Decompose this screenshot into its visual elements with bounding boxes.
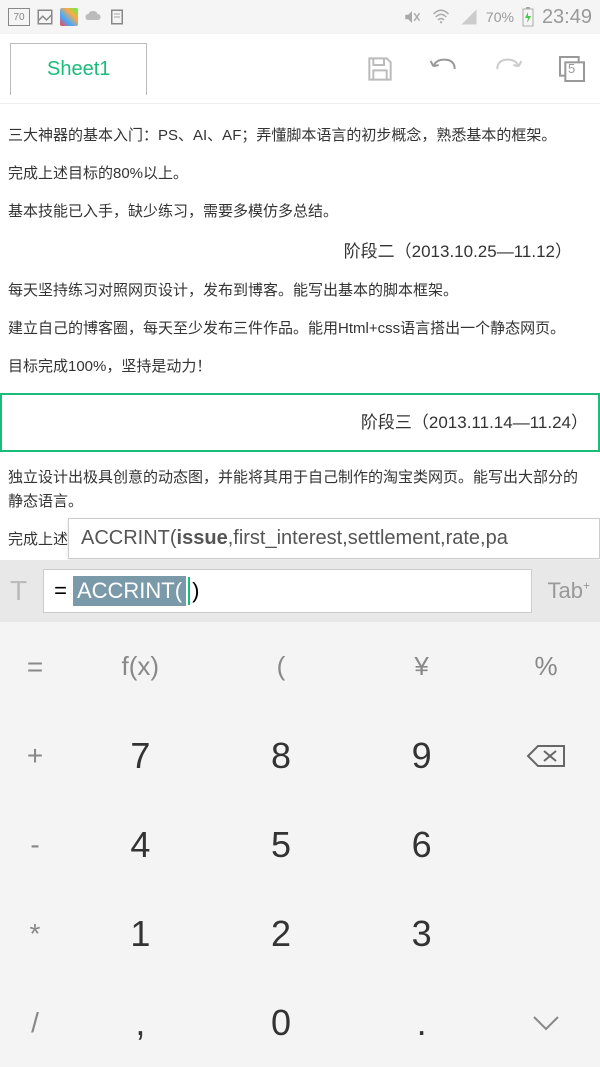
autocomplete-func: ACCRINT( — [81, 527, 177, 549]
text-format-icon[interactable]: T — [10, 575, 27, 607]
tab-key-button[interactable]: Tab+ — [548, 578, 591, 604]
status-left: 70 — [8, 8, 126, 26]
cloud-icon — [84, 8, 102, 26]
status-right: 70% 23:49 — [402, 6, 592, 29]
numeric-keyboard: = f(x) ( ¥ % + 7 8 9 - 4 5 6 * 1 2 3 / ,… — [0, 622, 600, 1067]
key-3[interactable]: 3 — [351, 889, 492, 978]
key-4[interactable]: 4 — [70, 800, 211, 889]
key-paren[interactable]: ( — [211, 622, 352, 711]
key-backspace[interactable] — [492, 711, 600, 800]
key-5[interactable]: 5 — [211, 800, 352, 889]
key-function[interactable]: f(x) — [70, 622, 211, 711]
formula-bar: T = ACCRINT( ) Tab+ — [0, 560, 600, 622]
key-6[interactable]: 6 — [351, 800, 492, 889]
toolbar: Sheet1 5 — [0, 34, 600, 104]
sheet-tab[interactable]: Sheet1 — [10, 43, 147, 95]
autocomplete-current-arg: issue — [177, 527, 228, 549]
formula-input[interactable]: = ACCRINT( ) — [43, 569, 531, 613]
key-empty-1 — [492, 800, 600, 889]
key-multiply[interactable]: * — [0, 889, 70, 978]
cell-text: 目标完成100%，坚持是动力！ — [8, 355, 592, 379]
key-percent[interactable]: % — [492, 622, 600, 711]
undo-icon[interactable] — [426, 51, 462, 87]
key-9[interactable]: 9 — [351, 711, 492, 800]
mute-icon — [402, 8, 422, 26]
image-icon — [36, 8, 54, 26]
key-2[interactable]: 2 — [211, 889, 352, 978]
cell-text: 每天坚持练习对照网页设计，发布到博客。能写出基本的脚本框架。 — [8, 279, 592, 303]
key-1[interactable]: 1 — [70, 889, 211, 978]
signal-icon — [460, 8, 478, 26]
key-0[interactable]: 0 — [211, 978, 352, 1067]
key-dot[interactable]: . — [351, 978, 492, 1067]
battery-small-icon: 70 — [8, 8, 30, 26]
app-icon-1 — [60, 8, 78, 26]
cell-text: 独立设计出极具创意的动态图，并能将其用于自己制作的淘宝类网页。能写出大部分的静态… — [8, 466, 592, 514]
redo-icon[interactable] — [490, 51, 526, 87]
cell-text: 建立自己的博客圈，每天至少发布三件作品。能用Html+css语言搭出一个静态网页… — [8, 317, 592, 341]
key-minus[interactable]: - — [0, 800, 70, 889]
page-count: 5 — [568, 61, 575, 76]
pages-icon[interactable]: 5 — [554, 51, 590, 87]
phase-header-3: 阶段三（2013.11.14—11.24） — [361, 413, 588, 432]
battery-percent: 70% — [486, 9, 514, 25]
cell-text: 基本技能已入手，缺少练习，需要多模仿多总结。 — [8, 200, 592, 224]
document-icon — [108, 8, 126, 26]
clock: 23:49 — [542, 6, 592, 29]
key-empty-2 — [492, 889, 600, 978]
status-bar: 70 70% 23:49 — [0, 0, 600, 34]
key-comma[interactable]: , — [70, 978, 211, 1067]
key-collapse[interactable] — [492, 978, 600, 1067]
key-yen[interactable]: ¥ — [351, 622, 492, 711]
active-cell[interactable]: 阶段三（2013.11.14—11.24） — [0, 393, 600, 452]
text-cursor — [188, 577, 190, 605]
key-divide[interactable]: / — [0, 978, 70, 1067]
cell-text: 三大神器的基本入门：PS、AI、AF；弄懂脚本语言的初步概念，熟悉基本的框架。 — [8, 124, 592, 148]
cell-text: 完成上述目标的80%以上。 — [8, 162, 592, 186]
battery-charging-icon — [522, 7, 534, 27]
chevron-down-icon — [530, 1013, 562, 1033]
formula-autocomplete[interactable]: ACCRINT(issue,first_interest,settlement,… — [68, 518, 600, 559]
wifi-icon — [430, 8, 452, 26]
formula-after: ) — [192, 578, 199, 604]
key-8[interactable]: 8 — [211, 711, 352, 800]
save-icon[interactable] — [362, 51, 398, 87]
key-plus[interactable]: + — [0, 711, 70, 800]
equals-sign: = — [54, 578, 67, 604]
autocomplete-rest: ,first_interest,settlement,rate,pa — [228, 527, 508, 549]
formula-selected-text: ACCRINT( — [73, 576, 186, 606]
key-7[interactable]: 7 — [70, 711, 211, 800]
phase-header-2: 阶段二（2013.10.25—11.12） — [8, 238, 592, 265]
key-equals[interactable]: = — [0, 622, 70, 711]
spreadsheet-content[interactable]: 三大神器的基本入门：PS、AI、AF；弄懂脚本语言的初步概念，熟悉基本的框架。 … — [0, 104, 600, 572]
